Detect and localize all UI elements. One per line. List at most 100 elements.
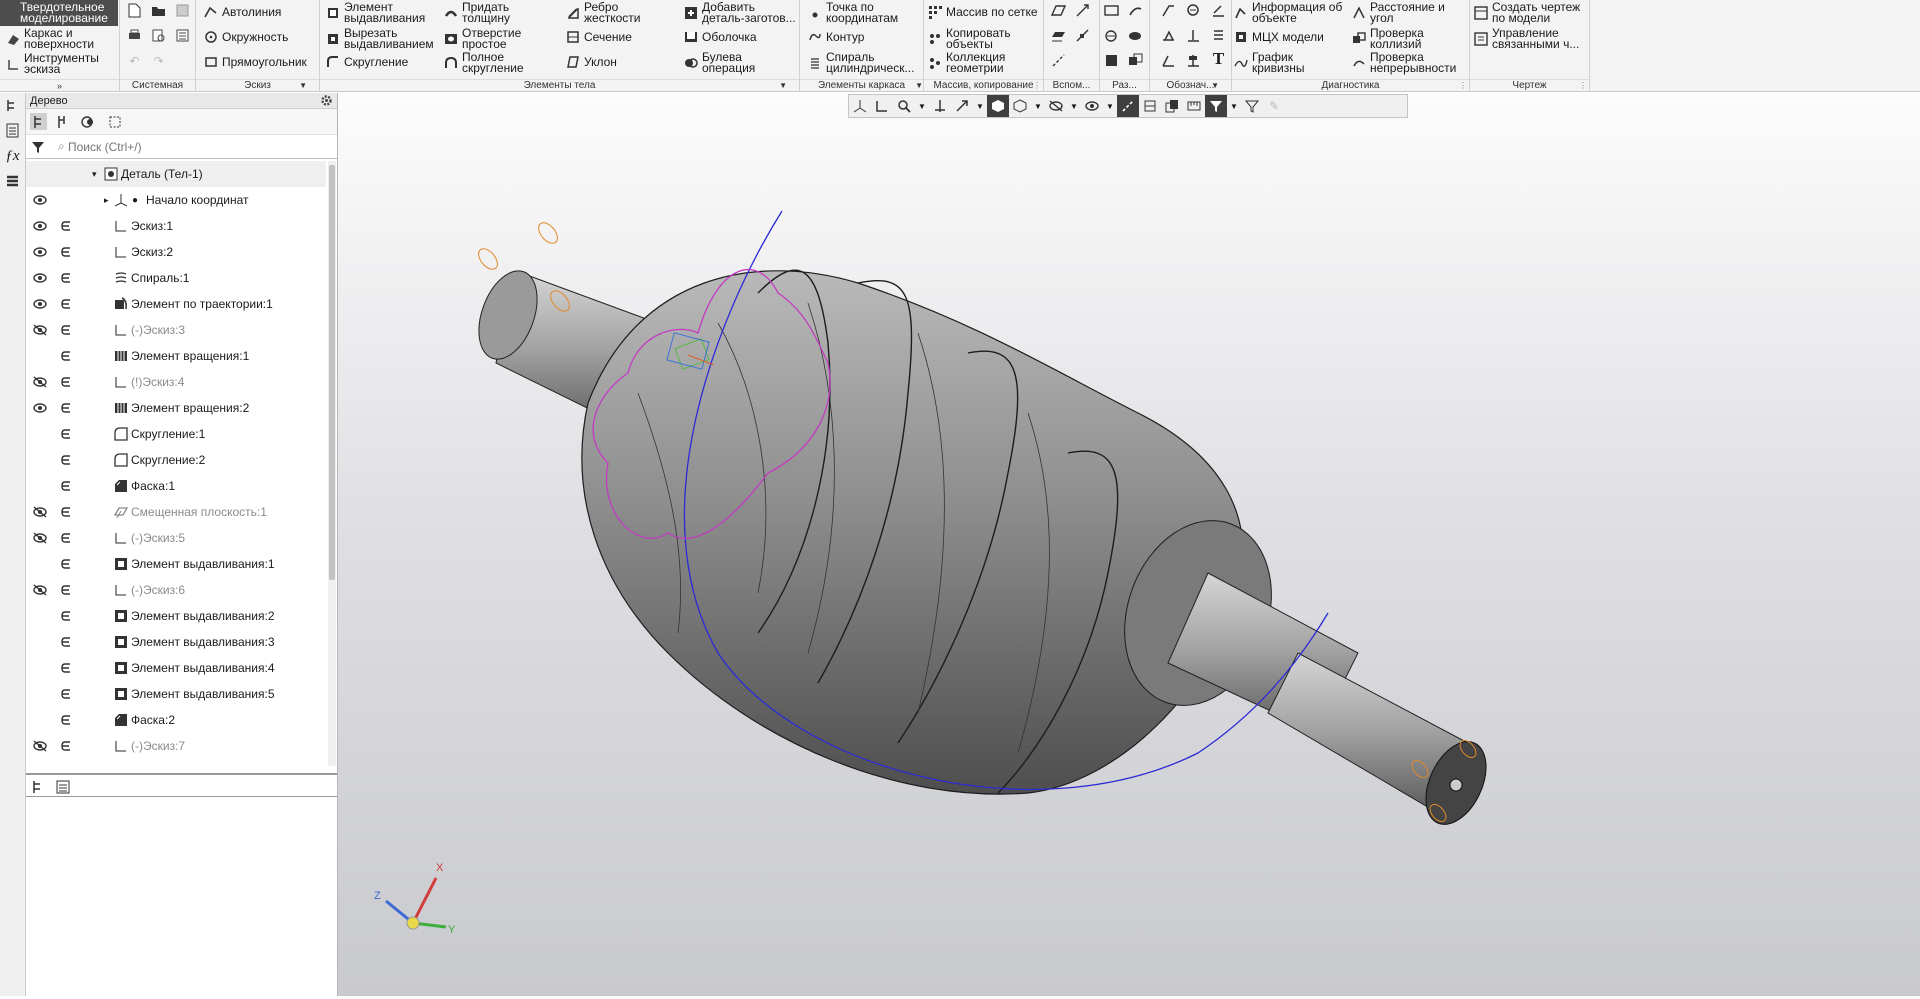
- eye-hidden-icon[interactable]: [32, 505, 48, 519]
- circle-button[interactable]: Окружность: [204, 30, 288, 44]
- dependency-icon[interactable]: [59, 245, 73, 259]
- dim-angle-icon[interactable]: [1127, 2, 1144, 19]
- properties-panel-icon[interactable]: [4, 122, 21, 139]
- dim-radius-icon[interactable]: [1127, 27, 1144, 44]
- dependency-icon[interactable]: [59, 687, 73, 701]
- open-folder-icon[interactable]: [150, 2, 167, 19]
- text-icon[interactable]: T: [1210, 49, 1227, 68]
- dependency-icon[interactable]: [59, 531, 73, 545]
- mode-sketch-tools[interactable]: Инструменты эскиза: [6, 52, 116, 75]
- section-view-icon[interactable]: [1139, 95, 1161, 117]
- note-line-icon[interactable]: [1160, 52, 1177, 69]
- rectangle-button[interactable]: Прямоугольник: [204, 55, 307, 69]
- chevron-down-icon[interactable]: ▼: [1067, 95, 1081, 117]
- point-by-coords-button[interactable]: Точка по координатам: [808, 1, 920, 24]
- zoom-icon[interactable]: [893, 95, 915, 117]
- dependency-icon[interactable]: [59, 375, 73, 389]
- dependency-icon[interactable]: [59, 609, 73, 623]
- dependency-icon[interactable]: [59, 557, 73, 571]
- visibility-icon[interactable]: [1081, 95, 1103, 117]
- eye-icon[interactable]: [32, 193, 48, 207]
- tree-row[interactable]: (-)Эскиз:3: [26, 317, 326, 343]
- redo-icon[interactable]: ↷: [150, 52, 167, 69]
- tree-tab-icon[interactable]: [29, 778, 46, 795]
- orientation-icon[interactable]: [951, 95, 973, 117]
- grid-array-button[interactable]: Массив по сетке: [928, 5, 1038, 19]
- dependency-icon[interactable]: [59, 401, 73, 415]
- chevron-down-icon[interactable]: ▼: [299, 80, 307, 92]
- eye-hidden-icon[interactable]: [32, 323, 48, 337]
- chevron-down-icon[interactable]: ▼: [1227, 95, 1241, 117]
- dependency-icon[interactable]: [59, 479, 73, 493]
- distance-angle-button[interactable]: Расстояние и угол: [1352, 1, 1466, 24]
- preview-icon[interactable]: [150, 27, 167, 44]
- tree-row[interactable]: Эскиз:2: [26, 239, 326, 265]
- search-input[interactable]: [52, 137, 335, 157]
- create-drawing-button[interactable]: Создать чертеж по модели: [1474, 1, 1588, 24]
- chevron-down-icon[interactable]: ▼: [1103, 95, 1117, 117]
- tree-row[interactable]: Скругление:2: [26, 447, 326, 473]
- dependency-icon[interactable]: [59, 271, 73, 285]
- fillet-button[interactable]: Скругление: [326, 55, 408, 69]
- dim-linear-icon[interactable]: [1103, 2, 1120, 19]
- dependency-icon[interactable]: [59, 453, 73, 467]
- copy-objects-button[interactable]: Копировать объекты: [928, 27, 1038, 50]
- dependency-icon[interactable]: [59, 219, 73, 233]
- scrollbar-thumb[interactable]: [329, 165, 335, 580]
- dependency-icon[interactable]: [59, 297, 73, 311]
- tree-row[interactable]: (-)Эскиз:6: [26, 577, 326, 603]
- dependency-icon[interactable]: [59, 583, 73, 597]
- aux-axis-icon[interactable]: [1074, 2, 1091, 19]
- rotate-icon[interactable]: [929, 95, 951, 117]
- chevron-down-icon[interactable]: ▼: [1031, 95, 1045, 117]
- aux-point-icon[interactable]: [1074, 27, 1091, 44]
- geom-collection-button[interactable]: Коллекция геометрии: [928, 51, 1038, 74]
- aux-offset-icon[interactable]: [1050, 27, 1067, 44]
- tree-row[interactable]: Элемент вращения:2: [26, 395, 326, 421]
- sketch-view-icon[interactable]: [871, 95, 893, 117]
- tree-row[interactable]: Элемент вращения:1: [26, 343, 326, 369]
- eye-icon[interactable]: [32, 401, 48, 415]
- autoline-button[interactable]: Автолиния: [204, 5, 281, 19]
- thicken-button[interactable]: Придать толщину: [444, 1, 554, 24]
- print-icon[interactable]: [126, 27, 143, 44]
- dependency-icon[interactable]: [59, 427, 73, 441]
- tree-panel-icon[interactable]: [4, 97, 21, 114]
- expand-arrow-icon[interactable]: ▾: [92, 169, 97, 180]
- expand-arrow-icon[interactable]: ▸: [104, 195, 109, 206]
- dependency-icon[interactable]: [59, 323, 73, 337]
- cyl-spiral-button[interactable]: Спираль цилиндрическ...: [808, 51, 924, 74]
- aux-line-icon[interactable]: [1050, 52, 1067, 69]
- dim-diameter-icon[interactable]: [1103, 27, 1120, 44]
- chevron-down-icon[interactable]: ▼: [1211, 80, 1219, 92]
- constraints-icon[interactable]: [1117, 95, 1139, 117]
- aux-plane-icon[interactable]: [1050, 2, 1067, 19]
- tree-row[interactable]: Элемент выдавливания:4: [26, 655, 326, 681]
- dim-arc-icon[interactable]: [1127, 52, 1144, 69]
- tree-row[interactable]: (!)Эскиз:4: [26, 369, 326, 395]
- note-weld-icon[interactable]: [1160, 27, 1177, 44]
- filter-settings-icon[interactable]: [1241, 95, 1263, 117]
- properties-icon[interactable]: [174, 27, 191, 44]
- new-document-icon[interactable]: [126, 2, 143, 19]
- hide-icon[interactable]: [1045, 95, 1067, 117]
- selection-filter-icon[interactable]: [1205, 95, 1227, 117]
- tree-row[interactable]: Фаска:2: [26, 707, 326, 733]
- dim-height-icon[interactable]: [1103, 52, 1120, 69]
- lcs-icon[interactable]: [849, 95, 871, 117]
- collision-check-button[interactable]: Проверка коллизий: [1352, 27, 1462, 50]
- tree-origin-row[interactable]: ▸ ● Начало координат: [26, 187, 326, 213]
- tree-row[interactable]: Скругление:1: [26, 421, 326, 447]
- model-canvas[interactable]: X Z Y: [338, 93, 1920, 996]
- list-tab-icon[interactable]: [54, 778, 71, 795]
- model-viewport[interactable]: X Z Y: [338, 93, 1920, 996]
- cut-extrude-button[interactable]: Вырезать выдавливанием: [326, 27, 438, 50]
- tree-structure-icon[interactable]: [30, 113, 47, 130]
- eye-hidden-icon[interactable]: [32, 531, 48, 545]
- note-rough-icon[interactable]: [1185, 2, 1202, 19]
- tree-filter-frame-icon[interactable]: [106, 113, 123, 130]
- measure-view-icon[interactable]: [1183, 95, 1205, 117]
- continuity-check-button[interactable]: Проверка непрерывности: [1352, 51, 1470, 74]
- add-blank-button[interactable]: Добавить деталь-заготов...: [684, 1, 800, 24]
- tree-row[interactable]: Смещенная плоскость:1: [26, 499, 326, 525]
